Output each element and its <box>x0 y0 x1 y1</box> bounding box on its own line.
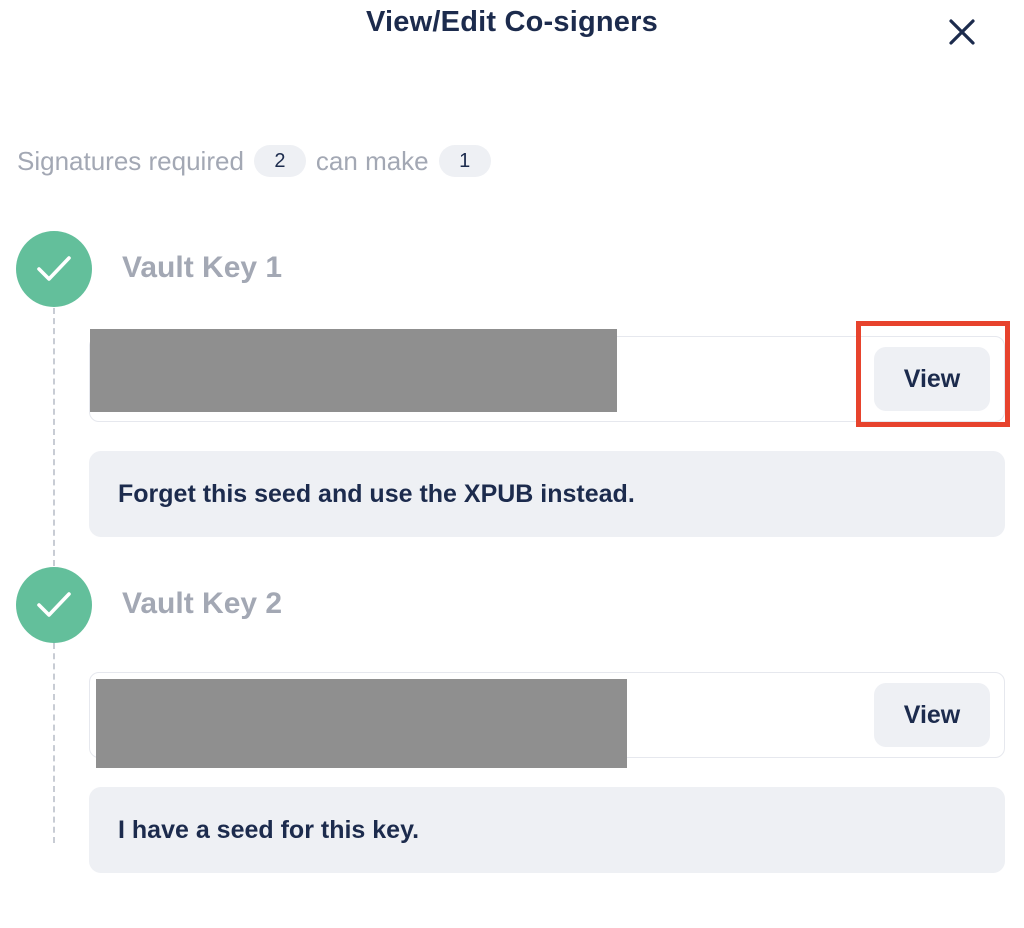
page-title: View/Edit Co-signers <box>366 6 658 38</box>
key-1-view-button[interactable]: View <box>874 347 990 411</box>
key-2-option-button[interactable]: I have a seed for this key. <box>89 787 1005 873</box>
key-1-redacted-xpub <box>90 329 617 412</box>
close-button[interactable] <box>940 12 984 52</box>
key-2-status <box>16 567 92 643</box>
timeline-connector <box>53 308 55 566</box>
signatures-required-label: Signatures required <box>17 145 244 176</box>
check-icon <box>37 592 71 617</box>
signatures-required-count[interactable]: 2 <box>253 145 306 177</box>
key-2-redacted-xpub <box>96 679 627 768</box>
check-icon <box>37 256 71 281</box>
key-1-title: Vault Key 1 <box>122 251 283 284</box>
timeline-connector <box>53 643 55 843</box>
can-make-count[interactable]: 1 <box>438 145 491 177</box>
can-make-label: can make <box>315 145 429 176</box>
key-2-title: Vault Key 2 <box>122 587 283 620</box>
key-1-status <box>16 231 92 307</box>
signatures-line: Signatures required 2 can make 1 <box>17 143 501 179</box>
close-icon <box>949 19 975 45</box>
key-2-view-button[interactable]: View <box>874 683 990 747</box>
key-1-option-button[interactable]: Forget this seed and use the XPUB instea… <box>89 451 1005 537</box>
